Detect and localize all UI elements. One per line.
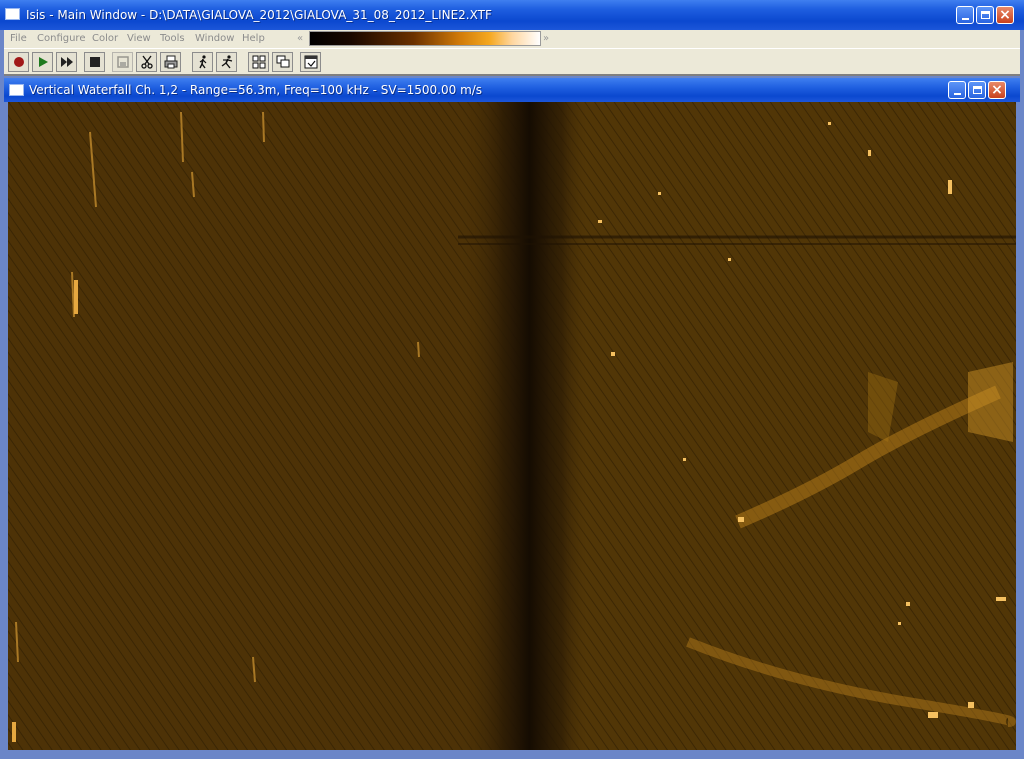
app-icon <box>5 8 20 20</box>
maximize-icon <box>980 11 990 19</box>
save-button[interactable] <box>112 52 133 72</box>
color-palette-bar[interactable] <box>309 31 541 46</box>
menu-color[interactable]: Color <box>92 33 118 44</box>
menu-help[interactable]: Help <box>242 33 265 44</box>
tile-windows-button[interactable] <box>248 52 269 72</box>
fast-forward-button[interactable] <box>56 52 77 72</box>
minimize-icon <box>953 93 961 95</box>
palette-left-arrow[interactable]: « <box>297 33 303 44</box>
run-button[interactable] <box>216 52 237 72</box>
walk-icon <box>198 55 206 69</box>
sonar-waterfall-view[interactable] <box>8 102 1016 750</box>
save-icon <box>116 56 129 68</box>
record-icon <box>13 57 24 67</box>
waterfall-window-title: Vertical Waterfall Ch. 1,2 - Range=56.3m… <box>29 83 483 97</box>
fast-forward-icon <box>60 57 73 67</box>
main-window-controls: × <box>956 6 1014 24</box>
cascade-windows-icon <box>276 55 289 68</box>
menu-file[interactable]: File <box>10 33 27 44</box>
sonar-image <box>8 102 1016 750</box>
toolbar <box>4 48 1020 76</box>
close-icon: × <box>999 7 1011 23</box>
child-window-controls: × <box>948 81 1006 99</box>
record-button[interactable] <box>8 52 29 72</box>
maximize-button[interactable] <box>976 6 994 24</box>
child-maximize-button[interactable] <box>968 81 986 99</box>
main-window-titlebar[interactable]: Isis - Main Window - D:\DATA\GIALOVA_201… <box>0 0 1024 30</box>
menu-view[interactable]: View <box>127 33 151 44</box>
menu-window[interactable]: Window <box>195 33 234 44</box>
waterfall-window-titlebar[interactable]: Vertical Waterfall Ch. 1,2 - Range=56.3m… <box>4 78 1020 102</box>
printer-icon <box>164 55 177 69</box>
minimize-button[interactable] <box>956 6 974 24</box>
play-button[interactable] <box>32 52 53 72</box>
window-button[interactable] <box>300 52 321 72</box>
run-icon <box>221 55 232 69</box>
window-icon <box>304 55 317 69</box>
main-window-title: Isis - Main Window - D:\DATA\GIALOVA_201… <box>26 8 492 22</box>
walk-button[interactable] <box>192 52 213 72</box>
child-close-button[interactable]: × <box>988 81 1006 99</box>
menu-configure[interactable]: Configure <box>37 33 85 44</box>
cascade-windows-button[interactable] <box>272 52 293 72</box>
print-button[interactable] <box>160 52 181 72</box>
scissors-icon <box>140 55 153 69</box>
child-minimize-button[interactable] <box>948 81 966 99</box>
menu-tools[interactable]: Tools <box>160 33 185 44</box>
maximize-icon <box>972 86 982 94</box>
play-icon <box>38 57 48 67</box>
close-button[interactable]: × <box>996 6 1014 24</box>
menu-bar: File Configure Color View Tools Window H… <box>4 30 1020 48</box>
tile-windows-icon <box>252 55 265 69</box>
minimize-icon <box>961 18 969 20</box>
palette-right-arrow[interactable]: » <box>543 33 549 44</box>
cut-button[interactable] <box>136 52 157 72</box>
close-icon: × <box>991 82 1003 98</box>
stop-button[interactable] <box>84 52 105 72</box>
stop-icon <box>89 57 100 67</box>
child-window-icon <box>9 84 24 96</box>
